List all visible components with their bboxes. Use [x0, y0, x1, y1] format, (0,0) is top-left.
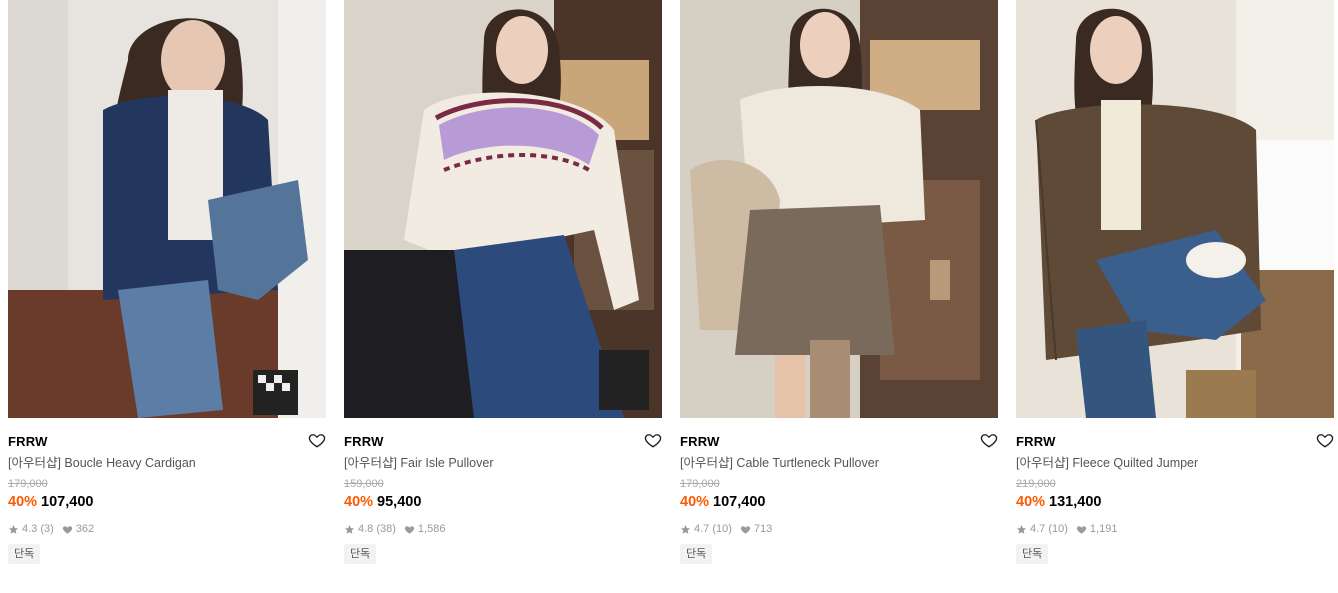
- exclusive-badge: 단독: [680, 544, 713, 564]
- heart-icon: [740, 525, 751, 534]
- star-icon: [680, 524, 691, 534]
- price-row: 40% 95,400: [344, 494, 662, 510]
- heart-icon: [62, 525, 72, 534]
- price-row: 40% 131,400: [1016, 494, 1334, 510]
- product-image[interactable]: [344, 0, 662, 418]
- product-meta: 4.3 (3) 362: [8, 523, 326, 535]
- like-heart-icon[interactable]: [980, 431, 998, 449]
- like-heart-icon[interactable]: [308, 431, 326, 449]
- product-name[interactable]: [아우터샵] Fleece Quilted Jumper: [1016, 455, 1334, 471]
- brand-name[interactable]: FRRW: [680, 433, 720, 451]
- product-photo-quilted-jumper: [1016, 0, 1334, 418]
- original-price: 159,000: [344, 478, 384, 490]
- like-count: 1,586: [417, 523, 446, 535]
- original-price: 179,000: [8, 478, 48, 490]
- like-count: 713: [753, 523, 773, 535]
- exclusive-badge: 단독: [8, 544, 41, 564]
- exclusive-badge: 단독: [1016, 544, 1049, 564]
- like-count: 1,191: [1089, 523, 1118, 535]
- brand-name[interactable]: FRRW: [344, 433, 384, 451]
- brand-name[interactable]: FRRW: [1016, 433, 1056, 451]
- product-meta: 4.8 (38) 1,586: [344, 523, 662, 535]
- product-card[interactable]: FRRW [아우터샵] Fair Isle Pullover 159,000 4…: [344, 0, 662, 564]
- discount-rate: 40%: [680, 494, 710, 510]
- product-card[interactable]: FRRW [아우터샵] Cable Turtleneck Pullover 17…: [680, 0, 998, 564]
- price-row: 40% 107,400: [8, 494, 326, 510]
- product-name[interactable]: [아우터샵] Fair Isle Pullover: [344, 455, 662, 471]
- product-name[interactable]: [아우터샵] Cable Turtleneck Pullover: [680, 455, 998, 471]
- product-image[interactable]: [8, 0, 326, 418]
- rating-value: 4.3: [22, 523, 38, 535]
- product-image[interactable]: [1016, 0, 1334, 418]
- star-icon: [1016, 524, 1027, 534]
- like-heart-icon[interactable]: [1316, 431, 1334, 449]
- sale-price: 95,400: [377, 494, 422, 510]
- product-photo-cardigan: [8, 0, 326, 418]
- sale-price: 107,400: [713, 494, 766, 510]
- product-image[interactable]: [680, 0, 998, 418]
- product-photo-pullover: [344, 0, 662, 418]
- product-name[interactable]: [아우터샵] Boucle Heavy Cardigan: [8, 455, 326, 471]
- product-photo-turtleneck: [680, 0, 998, 418]
- like-count: 362: [75, 523, 95, 535]
- rating-value: 4.7: [1030, 523, 1046, 535]
- rating-count: (3): [40, 523, 54, 535]
- heart-icon: [404, 525, 415, 534]
- original-price: 179,000: [680, 478, 720, 490]
- sale-price: 107,400: [41, 494, 94, 510]
- exclusive-badge: 단독: [344, 544, 377, 564]
- star-icon: [344, 524, 355, 534]
- discount-rate: 40%: [344, 494, 374, 510]
- rating-count: (10): [1048, 523, 1068, 535]
- like-heart-icon[interactable]: [644, 431, 662, 449]
- original-price: 219,000: [1016, 478, 1056, 490]
- sale-price: 131,400: [1049, 494, 1102, 510]
- product-card[interactable]: FRRW [아우터샵] Boucle Heavy Cardigan 179,00…: [8, 0, 326, 564]
- product-card[interactable]: FRRW [아우터샵] Fleece Quilted Jumper 219,00…: [1016, 0, 1334, 564]
- product-meta: 4.7 (10) 713: [680, 523, 998, 535]
- rating-value: 4.7: [694, 523, 710, 535]
- rating-count: (38): [376, 523, 396, 535]
- price-row: 40% 107,400: [680, 494, 998, 510]
- rating-value: 4.8: [358, 523, 374, 535]
- brand-name[interactable]: FRRW: [8, 433, 48, 451]
- star-icon: [8, 524, 19, 534]
- rating-count: (10): [712, 523, 732, 535]
- product-grid: FRRW [아우터샵] Boucle Heavy Cardigan 179,00…: [0, 0, 1338, 593]
- product-meta: 4.7 (10) 1,191: [1016, 523, 1334, 535]
- heart-icon: [1076, 525, 1087, 534]
- discount-rate: 40%: [1016, 494, 1046, 510]
- discount-rate: 40%: [8, 494, 38, 510]
